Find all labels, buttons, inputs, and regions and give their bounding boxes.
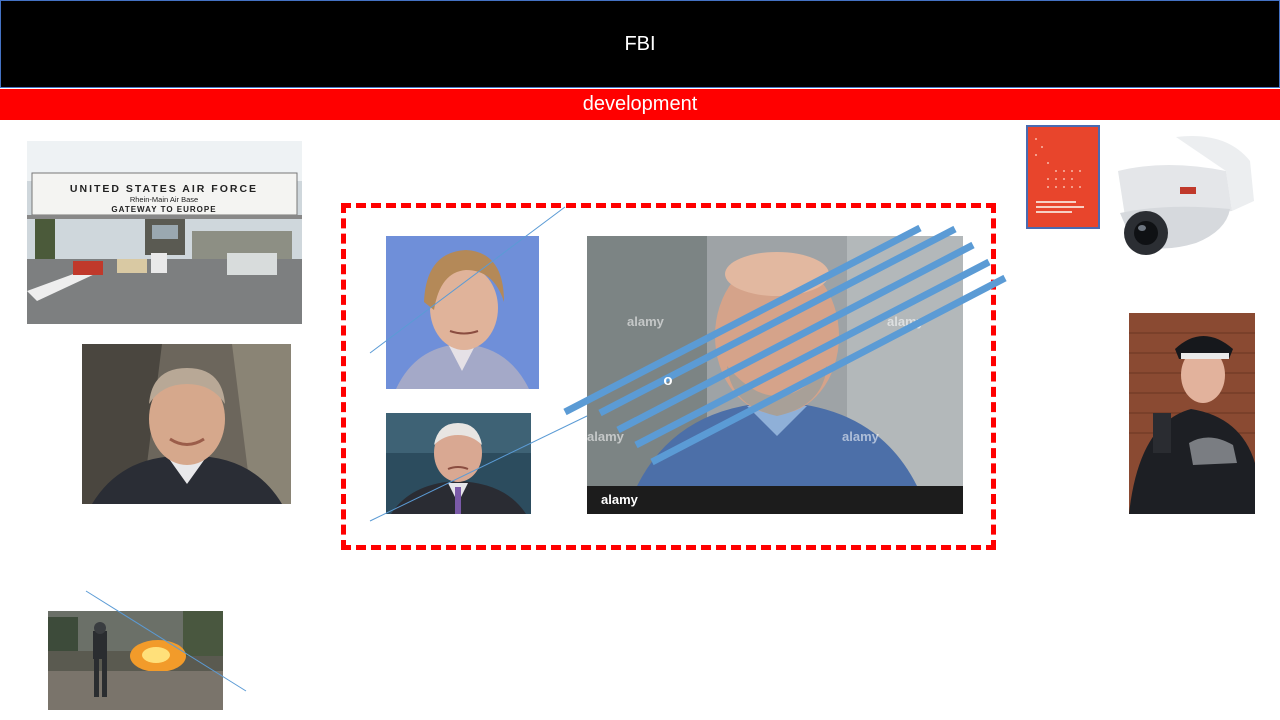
airbase-sign-line2: Rhein-Main Air Base [130,195,198,204]
slide-subtitle: development [582,93,698,115]
stock-watermark-2: alamy [887,314,925,329]
stock-watermark-1: alamy [627,314,665,329]
portrait-bald-man-stock-photo: alamy alamy alamy alamy alamy [587,236,963,514]
stock-watermark-3: alamy [587,429,625,444]
airbase-gate-photo: UNITED STATES AIR FORCE Rhein-Main Air B… [27,141,302,324]
stock-watermark-4: alamy [842,429,880,444]
orange-book-cover-image [1026,125,1100,229]
riot-fire-photo [48,611,223,710]
airbase-sign-line1: UNITED STATES AIR FORCE [70,183,258,195]
slide-title-bar: FBI [0,0,1280,88]
security-camera-image [1106,131,1254,263]
portrait-police-officer-photo [1129,313,1255,514]
stock-watermark-bottom: alamy [601,492,639,507]
slide-subtitle-bar: development [0,89,1280,120]
portrait-older-man-photo [386,413,531,514]
slide-title: FBI [624,32,656,55]
portrait-woman-photo [386,236,539,389]
portrait-man-suit-photo [82,344,291,504]
airbase-sign-line3: GATEWAY TO EUROPE [111,205,216,214]
